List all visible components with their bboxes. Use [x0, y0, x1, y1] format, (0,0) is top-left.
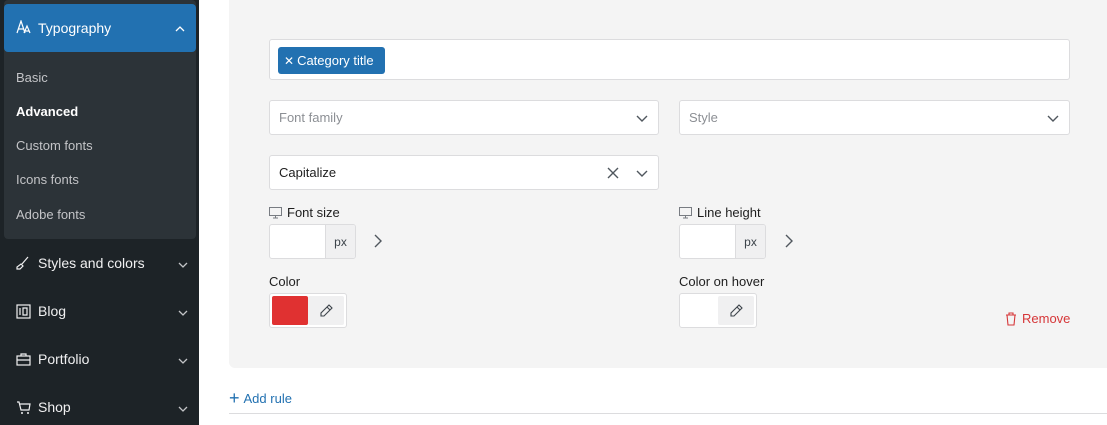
add-rule-button[interactable]: + Add rule: [229, 389, 292, 407]
desktop-icon[interactable]: [269, 206, 282, 219]
cart-icon: [16, 400, 38, 415]
eyedropper-icon[interactable]: [718, 296, 754, 325]
color-control[interactable]: [269, 293, 347, 328]
color-hover-label: Color on hover: [679, 274, 765, 289]
eyedropper-icon[interactable]: [308, 296, 344, 325]
selector-tags-input[interactable]: ✕ Category title: [269, 39, 1070, 80]
typography-icon: [16, 18, 38, 37]
selector-tag[interactable]: ✕ Category title: [278, 47, 385, 74]
menu-typography[interactable]: Typography: [4, 4, 196, 52]
blog-icon: [16, 303, 38, 319]
admin-sidebar: Typography Basic Advanced Custom fonts I…: [0, 0, 199, 425]
clear-icon[interactable]: [606, 166, 620, 183]
selector-tag-label: Category title: [297, 53, 374, 68]
font-size-unit[interactable]: px: [325, 225, 355, 258]
menu-styles-label: Styles and colors: [38, 255, 145, 271]
font-size-label-text: Font size: [287, 205, 340, 220]
chevron-up-icon: [175, 21, 185, 37]
color-label: Color: [269, 274, 301, 289]
font-size-input[interactable]: px: [269, 224, 356, 259]
text-transform-select[interactable]: Capitalize: [269, 155, 659, 190]
font-size-label: Font size: [269, 205, 340, 220]
menu-blog[interactable]: Blog: [16, 299, 188, 323]
menu-blog-label: Blog: [38, 303, 67, 319]
divider: [229, 413, 1107, 414]
chevron-down-icon: [178, 257, 188, 273]
submenu-icons-fonts[interactable]: Icons fonts: [16, 172, 79, 187]
chevron-down-icon: [635, 166, 649, 183]
font-family-select[interactable]: Font family: [269, 100, 659, 135]
color-hover-swatch[interactable]: [682, 296, 718, 325]
chevron-down-icon: [635, 111, 649, 128]
line-height-label: Line height: [679, 205, 761, 220]
chevron-down-icon: [178, 353, 188, 369]
line-height-unit[interactable]: px: [735, 225, 765, 258]
style-select[interactable]: Style: [679, 100, 1070, 135]
menu-typography-label: Typography: [38, 20, 112, 36]
brush-icon: [16, 256, 38, 270]
briefcase-icon: [16, 352, 38, 366]
text-transform-value: Capitalize: [279, 165, 337, 180]
close-icon[interactable]: ✕: [284, 54, 294, 68]
desktop-icon[interactable]: [679, 206, 692, 219]
submenu-basic[interactable]: Basic: [16, 70, 48, 85]
line-height-label-text: Line height: [697, 205, 761, 220]
submenu-advanced[interactable]: Advanced: [16, 104, 78, 119]
menu-portfolio-label: Portfolio: [38, 351, 90, 367]
trash-icon: [1005, 311, 1017, 326]
color-swatch[interactable]: [272, 296, 308, 325]
remove-rule-label: Remove: [1022, 311, 1071, 326]
remove-rule-button[interactable]: Remove: [1005, 311, 1070, 326]
chevron-down-icon: [1046, 111, 1060, 128]
menu-shop-label: Shop: [38, 399, 71, 415]
font-family-placeholder: Font family: [279, 110, 343, 125]
menu-shop[interactable]: Shop: [16, 395, 188, 419]
color-hover-control[interactable]: [679, 293, 757, 328]
add-rule-label: Add rule: [243, 390, 292, 406]
chevron-down-icon: [178, 305, 188, 321]
chevron-down-icon: [178, 401, 188, 417]
chevron-right-icon[interactable]: [784, 234, 794, 251]
submenu-custom-fonts[interactable]: Custom fonts: [16, 138, 93, 153]
style-placeholder: Style: [689, 110, 718, 125]
submenu-adobe-fonts[interactable]: Adobe fonts: [16, 207, 85, 222]
line-height-input[interactable]: px: [679, 224, 766, 259]
chevron-right-icon[interactable]: [373, 234, 383, 251]
menu-styles-and-colors[interactable]: Styles and colors: [16, 251, 188, 275]
menu-portfolio[interactable]: Portfolio: [16, 347, 188, 371]
plus-icon: +: [229, 388, 240, 408]
